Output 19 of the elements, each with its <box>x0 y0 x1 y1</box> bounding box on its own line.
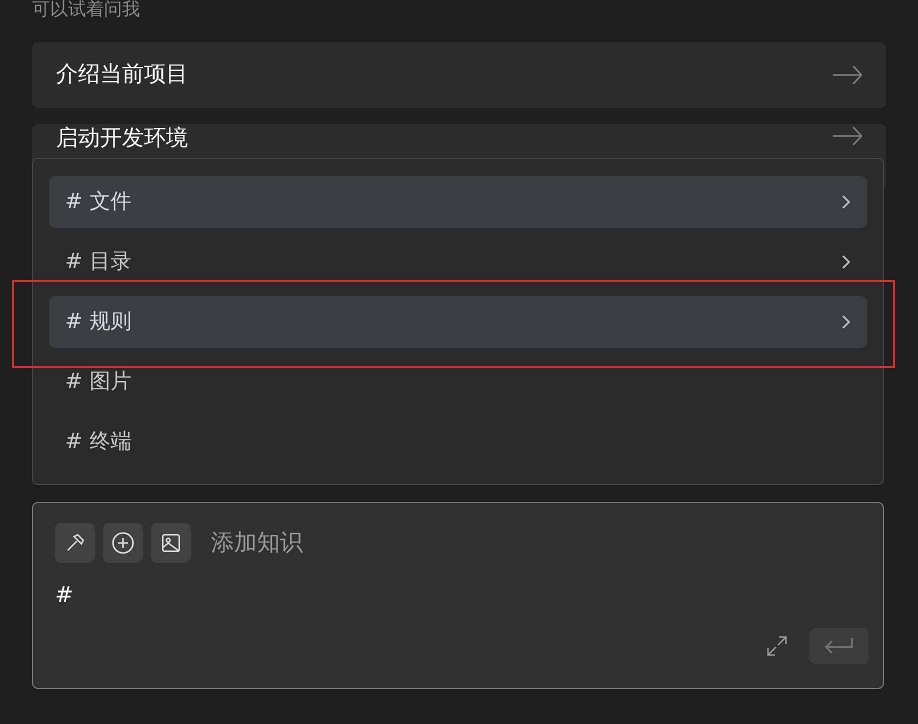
menu-item[interactable]: # 目录 <box>49 236 867 288</box>
enter-icon <box>822 636 856 656</box>
add-button[interactable] <box>103 523 143 563</box>
message-input[interactable]: # <box>55 579 861 612</box>
expand-icon[interactable] <box>765 634 789 658</box>
prompt-heading: 可以试着问我 <box>32 0 140 20</box>
arrow-right-icon <box>832 127 862 145</box>
hammer-icon <box>64 532 86 554</box>
menu-item[interactable]: # 规则 <box>49 296 867 348</box>
menu-item[interactable]: # 终端 <box>49 416 867 468</box>
image-button[interactable] <box>151 523 191 563</box>
hammer-button[interactable] <box>55 523 95 563</box>
image-icon <box>160 532 182 554</box>
plus-circle-icon <box>111 531 135 555</box>
add-knowledge-button[interactable]: 添加知识 <box>211 526 303 560</box>
menu-item[interactable]: # 文件 <box>49 176 867 228</box>
suggestion-card[interactable]: 介绍当前项目 <box>32 42 886 108</box>
menu-item[interactable]: # 图片 <box>49 356 867 408</box>
arrow-right-icon <box>832 66 862 84</box>
